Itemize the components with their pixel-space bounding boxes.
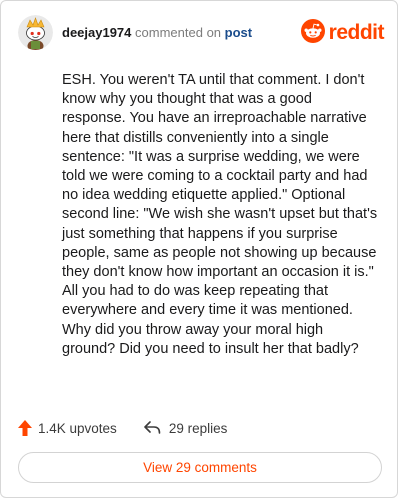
comment-attribution: deejay1974 commented on post [62, 25, 252, 41]
comment-text: ESH. You weren't TA until that comment. … [62, 72, 378, 357]
upvotes-stat[interactable]: 1.4K upvotes [18, 420, 117, 436]
replies-stat[interactable]: 29 replies [143, 420, 228, 436]
username-link[interactable]: deejay1974 [62, 25, 131, 40]
commented-on-label: commented on [135, 25, 222, 40]
comment-footer: 1.4K upvotes 29 replies [18, 417, 378, 439]
upvote-arrow-icon[interactable] [18, 420, 32, 436]
view-comments-button[interactable]: View 29 comments [18, 452, 382, 483]
reply-arrow-icon [143, 421, 161, 435]
post-link[interactable]: post [225, 25, 252, 40]
upvotes-count: 1.4K upvotes [38, 420, 117, 436]
reddit-wordmark: reddit [328, 21, 385, 44]
reddit-brand[interactable]: reddit [300, 18, 385, 48]
comment-header: deejay1974 commented on post reddit [18, 15, 385, 51]
snoo-avatar-icon[interactable] [18, 15, 53, 50]
comment-card: deejay1974 commented on post reddit ESH.… [0, 0, 398, 498]
reddit-logo-icon [300, 18, 325, 48]
replies-count: 29 replies [168, 420, 228, 436]
